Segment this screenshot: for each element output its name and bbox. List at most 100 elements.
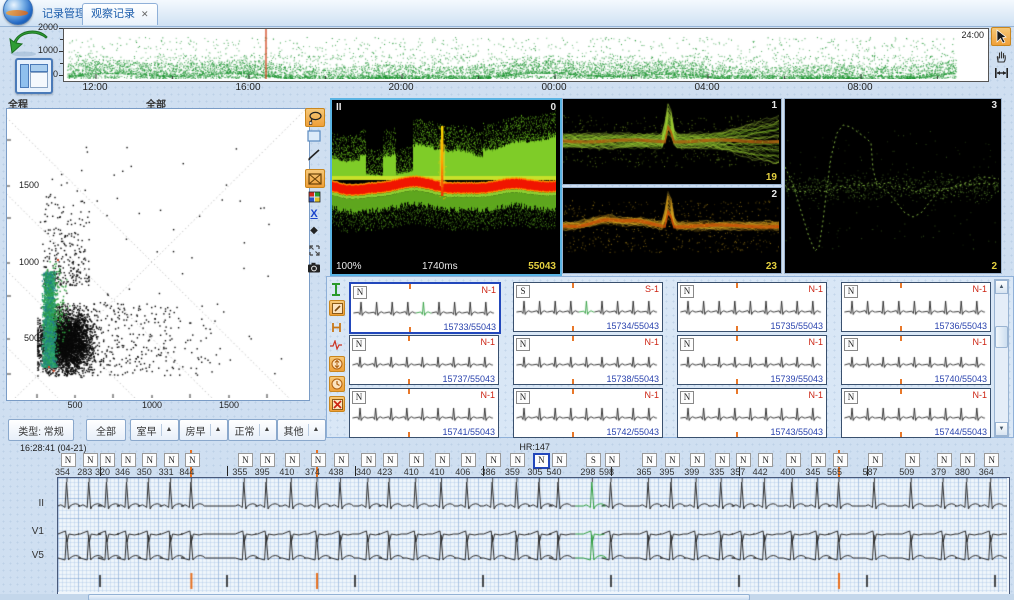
sort-arrow-icon[interactable]: ▲: [259, 424, 271, 436]
scroll-down-button[interactable]: ▼: [995, 422, 1008, 436]
filter-all-button[interactable]: 全部: [86, 419, 126, 441]
snapshot-tool[interactable]: [305, 259, 323, 276]
beat-label[interactable]: N: [185, 453, 200, 467]
template-cell[interactable]: NN-115738/55043: [513, 335, 663, 385]
beat-label[interactable]: N: [758, 453, 773, 467]
beat-label[interactable]: N: [736, 453, 751, 467]
filter-normal-button[interactable]: 正常▲: [228, 419, 277, 441]
line-tool[interactable]: [305, 146, 323, 163]
beat-label[interactable]: N: [142, 453, 157, 467]
density-index-label: 0: [550, 102, 556, 113]
template-cell[interactable]: NN-115735/55043: [677, 282, 827, 332]
lasso-tool[interactable]: [305, 108, 325, 127]
overlay-panel-3[interactable]: 3 2: [784, 98, 1002, 274]
beat-label[interactable]: N: [334, 453, 349, 467]
rr-value: 335: [709, 467, 724, 477]
sort-arrow-icon[interactable]: ▲: [210, 424, 222, 436]
template-cell[interactable]: NN-115733/55043: [349, 282, 501, 334]
template-cell[interactable]: NN-115744/55043: [841, 388, 991, 438]
beat-label[interactable]: N: [937, 453, 952, 467]
expand-view-tool[interactable]: [305, 242, 323, 259]
select-cursor-tool[interactable]: [991, 27, 1011, 46]
rr-value: 305: [527, 467, 542, 477]
beat-label[interactable]: N: [715, 453, 730, 467]
beat-label[interactable]: N: [361, 453, 376, 467]
beat-label[interactable]: N: [164, 453, 179, 467]
trend-ytick-2000: 2000: [20, 22, 58, 32]
beat-label[interactable]: N: [786, 453, 801, 467]
rr-value: 399: [684, 467, 699, 477]
beat-label[interactable]: N: [905, 453, 920, 467]
beat-label[interactable]: N: [121, 453, 136, 467]
template-cell[interactable]: NN-115742/55043: [513, 388, 663, 438]
tab-observe-record[interactable]: 观察记录✕: [82, 3, 158, 25]
overlay-index: 2: [771, 189, 777, 200]
beat-label[interactable]: N: [61, 453, 76, 467]
beat-label[interactable]: N: [642, 453, 657, 467]
pan-hand-tool[interactable]: [992, 47, 1010, 64]
beat-counter: 15739/55043: [770, 374, 823, 384]
beat-label[interactable]: N: [238, 453, 253, 467]
template-scrollbar[interactable]: ▲ ▼: [994, 279, 1009, 437]
rr-value: 298: [580, 467, 595, 477]
beat-label[interactable]: N: [605, 453, 620, 467]
template-cell[interactable]: NN-115740/55043: [841, 335, 991, 385]
rr-trend-chart[interactable]: 24:00: [63, 28, 989, 82]
beat-label[interactable]: N: [285, 453, 300, 467]
beat-label[interactable]: N: [510, 453, 525, 467]
beat-label[interactable]: N: [811, 453, 826, 467]
tab-close-icon[interactable]: ✕: [141, 9, 149, 19]
beat-label[interactable]: N: [868, 453, 883, 467]
sync-tick-bottom: [900, 432, 902, 437]
beat-label[interactable]: N: [833, 453, 848, 467]
template-cell[interactable]: NN-115737/55043: [349, 335, 499, 385]
beat-label[interactable]: N: [383, 453, 398, 467]
template-cell[interactable]: NN-115739/55043: [677, 335, 827, 385]
beat-label[interactable]: N: [311, 453, 326, 467]
template-cell[interactable]: NN-115741/55043: [349, 388, 499, 438]
sort-arrow-icon[interactable]: ▲: [161, 424, 173, 436]
poincare-plot[interactable]: 1500 1000 500: [6, 108, 310, 401]
beat-label[interactable]: N: [260, 453, 275, 467]
beat-label[interactable]: N: [461, 453, 476, 467]
beat-label[interactable]: N: [100, 453, 115, 467]
color-map-tool[interactable]: [305, 188, 323, 205]
beat-density-panel[interactable]: II 0 100% 1740ms 55043: [330, 98, 562, 276]
delete-region-tool[interactable]: [305, 169, 325, 188]
beat-label[interactable]: N: [552, 453, 567, 467]
diamond-marker-tool[interactable]: ◆: [305, 222, 323, 239]
beat-label[interactable]: N: [665, 453, 680, 467]
sort-arrow-icon[interactable]: ▲: [308, 424, 320, 436]
sync-tick-top: [900, 389, 902, 394]
template-cell[interactable]: SS-115734/55043: [513, 282, 663, 332]
overlay-panel-1[interactable]: 1 19: [562, 98, 782, 185]
beat-label[interactable]: N: [690, 453, 705, 467]
rr-value: 364: [979, 467, 994, 477]
ecg-strip[interactable]: [57, 477, 1010, 595]
filter-pvc-button[interactable]: 室早▲: [130, 419, 179, 441]
beat-label[interactable]: N: [83, 453, 98, 467]
filter-pac-button[interactable]: 房早▲: [179, 419, 228, 441]
type-mode-button[interactable]: 类型: 常规: [8, 419, 74, 441]
scatter-ytick: 500: [9, 333, 39, 343]
scrollbar-thumb[interactable]: [995, 326, 1008, 348]
beat-label[interactable]: N: [984, 453, 999, 467]
delete-x-tool[interactable]: X: [305, 206, 323, 223]
beat-label[interactable]: N: [960, 453, 975, 467]
hscrollbar-thumb[interactable]: [88, 594, 750, 600]
overlay-panel-2[interactable]: 2 23: [562, 187, 782, 274]
template-cell[interactable]: NN-115743/55043: [677, 388, 827, 438]
scroll-up-button[interactable]: ▲: [995, 280, 1008, 294]
template-cell[interactable]: NN-115736/55043: [841, 282, 991, 332]
beat-label[interactable]: S: [586, 453, 601, 467]
rect-select-tool[interactable]: [305, 127, 323, 144]
beat-label[interactable]: N: [409, 453, 424, 467]
filter-other-button[interactable]: 其他▲: [277, 419, 326, 441]
template-mini-ecg: [353, 297, 495, 321]
beat-label[interactable]: N: [435, 453, 450, 467]
beat-label[interactable]: N: [486, 453, 501, 467]
beat-counter: 15744/55043: [934, 427, 987, 437]
horizontal-range-tool[interactable]: [992, 64, 1010, 81]
sync-tick-top: [408, 389, 410, 394]
horizontal-scrollbar[interactable]: [0, 594, 1014, 600]
